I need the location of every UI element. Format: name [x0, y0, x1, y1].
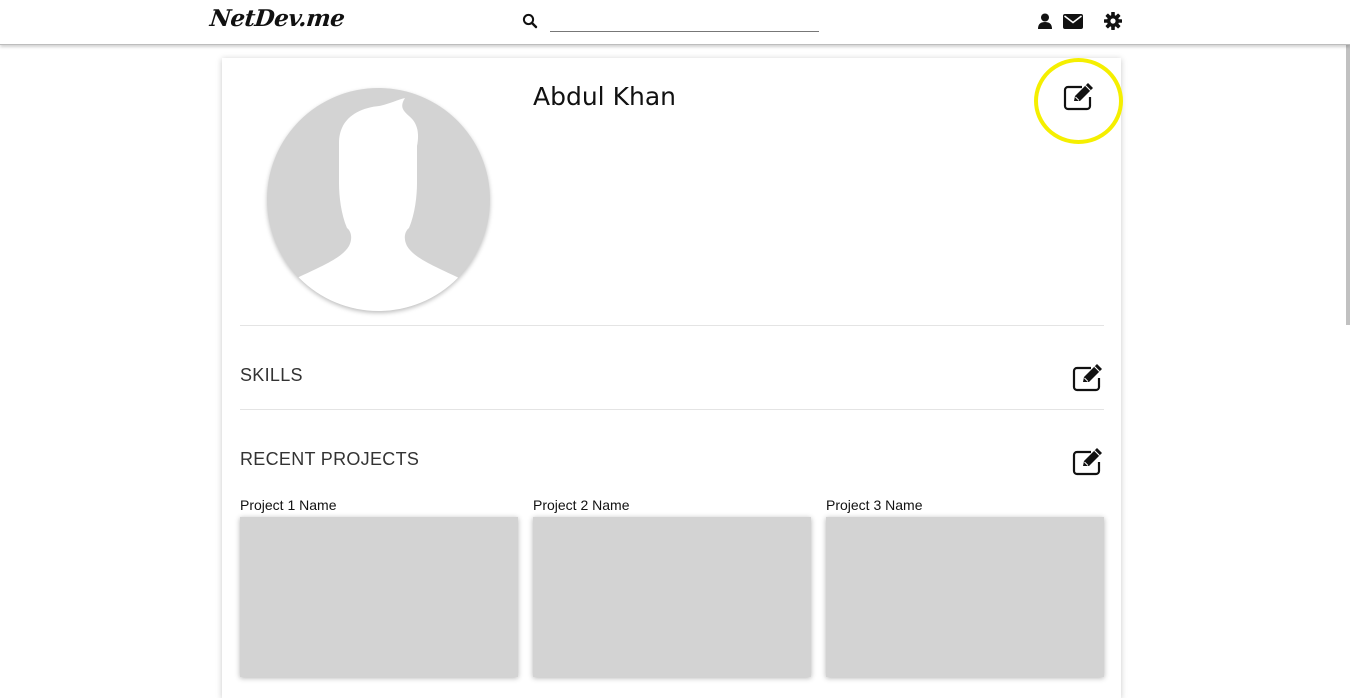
project-thumbnail[interactable] — [826, 517, 1104, 677]
gear-icon[interactable] — [1103, 11, 1123, 31]
project-card-3[interactable]: Project 3 Name — [826, 497, 1104, 677]
project-name[interactable]: Project 3 Name — [826, 497, 1104, 517]
profile-name: Abdul Khan — [533, 82, 676, 111]
profile-card: Abdul Khan SKILLS RECENT PROJECTS Projec… — [222, 58, 1123, 698]
project-thumbnail[interactable] — [240, 517, 518, 677]
skills-title: SKILLS — [240, 365, 303, 385]
project-name[interactable]: Project 2 Name — [533, 497, 811, 517]
divider — [240, 409, 1104, 410]
project-name[interactable]: Project 1 Name — [240, 497, 518, 517]
divider — [240, 325, 1104, 326]
project-card-1[interactable]: Project 1 Name — [240, 497, 518, 677]
search-icon[interactable] — [522, 13, 538, 29]
recent-projects-title: RECENT PROJECTS — [240, 449, 420, 469]
edit-skills-icon[interactable] — [1071, 363, 1105, 393]
edit-projects-icon[interactable] — [1071, 447, 1105, 477]
top-navbar: NetDev.me — [0, 0, 1350, 45]
project-thumbnail[interactable] — [533, 517, 811, 677]
envelope-icon[interactable] — [1062, 11, 1084, 31]
user-icon[interactable] — [1035, 11, 1055, 31]
edit-profile-icon[interactable] — [1062, 82, 1096, 112]
search-input[interactable] — [550, 10, 819, 32]
page-scrollbar[interactable] — [1346, 45, 1350, 325]
project-card-2[interactable]: Project 2 Name — [533, 497, 811, 677]
brand-logo[interactable]: NetDev.me — [209, 5, 346, 32]
profile-avatar — [267, 88, 490, 311]
